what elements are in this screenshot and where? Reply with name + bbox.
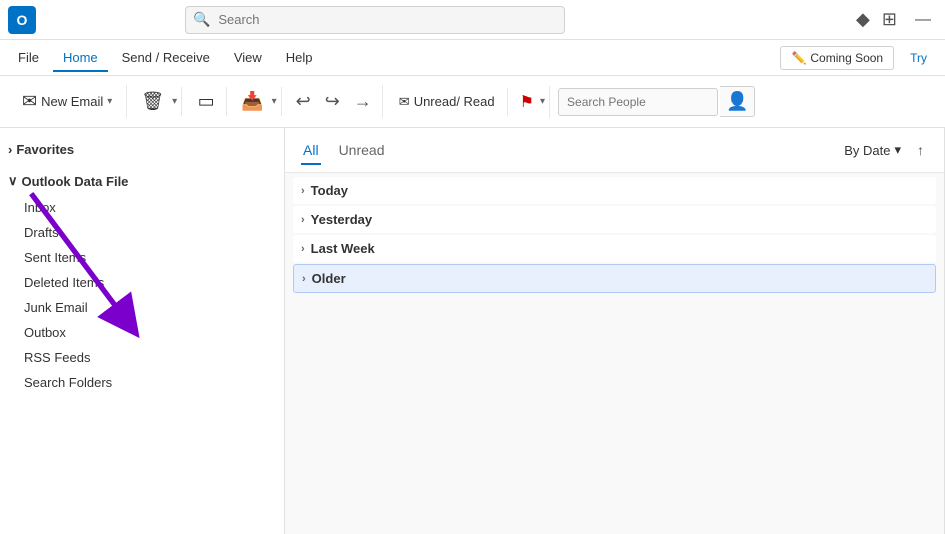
favorites-label: Favorites [16, 142, 74, 157]
minimize-button[interactable]: — [909, 9, 937, 31]
archive-icon: ▭ [198, 91, 215, 112]
diamond-icon[interactable]: ◆ [856, 9, 870, 30]
search-bar: 🔍 [185, 6, 565, 34]
new-email-icon: ✉ [22, 91, 37, 112]
menu-send-receive[interactable]: Send / Receive [112, 44, 220, 71]
message-list: › Today › Yesterday › Last Week › [285, 173, 944, 534]
flag-button[interactable]: ⚑ [516, 86, 538, 118]
sidebar-item-deleted-items[interactable]: Deleted Items [0, 270, 284, 295]
outlook-logo: O [8, 6, 36, 34]
unread-read-button[interactable]: ✉ Unread/ Read [391, 88, 503, 116]
move-group: 📥 ▾ [231, 87, 281, 116]
chevron-down-icon: ∨ [8, 173, 18, 189]
search-people-input[interactable] [558, 88, 718, 116]
group-last-week-header[interactable]: › Last Week [293, 235, 936, 262]
menu-file[interactable]: File [8, 44, 49, 71]
sidebar-item-sent-items[interactable]: Sent Items [0, 245, 284, 270]
coming-soon-label: Coming Soon [810, 51, 883, 65]
group-yesterday: › Yesterday [293, 206, 936, 233]
new-email-label: New Email [41, 94, 103, 109]
sidebar-inner: ◀ › Favorites ∨ Outlook Data File Inbox … [0, 128, 284, 403]
search-input[interactable] [185, 6, 565, 34]
delete-dropdown-arrow[interactable]: ▾ [172, 96, 177, 107]
qr-icon[interactable]: ⊞ [882, 9, 897, 30]
chevron-older: › [302, 273, 306, 285]
menu-view[interactable]: View [224, 44, 272, 71]
unread-read-label: Unread/ Read [414, 94, 495, 109]
group-today: › Today [293, 177, 936, 204]
sidebar-item-rss-feeds[interactable]: RSS Feeds [0, 345, 284, 370]
sidebar: ◀ › Favorites ∨ Outlook Data File Inbox … [0, 128, 285, 534]
redo-button[interactable]: ↪ [319, 85, 346, 118]
title-right: ◆ ⊞ — [856, 9, 937, 31]
sidebar-item-drafts[interactable]: Drafts [0, 220, 284, 245]
undo-button[interactable]: ↩ [290, 85, 317, 118]
try-button[interactable]: Try [900, 47, 937, 69]
coming-soon-button[interactable]: ✏️ Coming Soon [780, 46, 894, 70]
archive-button[interactable]: ▭ [190, 87, 222, 116]
person-icon[interactable]: 👤 [720, 86, 755, 117]
sidebar-favorites[interactable]: › Favorites [0, 136, 284, 163]
outlook-data-file-label: Outlook Data File [22, 174, 129, 189]
toolbar: ✉ New Email ▾ 🗑 ▾ ▭ 📥 ▾ ↩ ↪ → ✉ Unread/ … [0, 76, 945, 128]
group-older-label: Older [312, 271, 346, 286]
nav-group: ↩ ↪ → [286, 85, 383, 118]
chevron-today: › [301, 185, 305, 197]
wand-icon: ✏️ [791, 51, 806, 65]
main: ◀ › Favorites ∨ Outlook Data File Inbox … [0, 128, 945, 534]
new-email-dropdown-arrow[interactable]: ▾ [107, 96, 112, 107]
delete-button[interactable]: 🗑 [135, 87, 170, 116]
group-yesterday-label: Yesterday [311, 212, 372, 227]
group-yesterday-header[interactable]: › Yesterday [293, 206, 936, 233]
archive-group: ▭ [186, 87, 227, 116]
group-older: › Older [293, 264, 936, 293]
unread-group: ✉ Unread/ Read [387, 88, 508, 116]
content-area: All Unread By Date ▾ ↑ › Today › [285, 128, 944, 534]
sidebar-item-outbox[interactable]: Outbox [0, 320, 284, 345]
move-dropdown-arrow[interactable]: ▾ [272, 96, 277, 107]
chevron-right-icon: › [8, 142, 12, 157]
sort-label: By Date [844, 143, 890, 158]
sidebar-item-search-folders[interactable]: Search Folders [0, 370, 284, 395]
chevron-yesterday: › [301, 214, 305, 226]
content-header: All Unread By Date ▾ ↑ [285, 128, 944, 173]
tab-unread[interactable]: Unread [337, 136, 387, 164]
titlebar: O 🔍 ◆ ⊞ — [0, 0, 945, 40]
delete-group: 🗑 ▾ [131, 87, 182, 116]
group-older-header[interactable]: › Older [293, 264, 936, 293]
group-last-week: › Last Week [293, 235, 936, 262]
chevron-last-week: › [301, 243, 305, 255]
search-icon: 🔍 [193, 11, 210, 28]
sort-group: By Date ▾ ↑ [840, 140, 928, 160]
forward-button[interactable]: → [348, 85, 378, 118]
new-email-button[interactable]: ✉ New Email ▾ [12, 85, 122, 118]
flag-dropdown-arrow[interactable]: ▾ [540, 96, 545, 107]
sort-dropdown-icon: ▾ [894, 142, 901, 158]
menubar: File Home Send / Receive View Help ✏️ Co… [0, 40, 945, 76]
menu-help[interactable]: Help [276, 44, 323, 71]
flag-group: ⚑ ▾ [512, 86, 550, 118]
sort-order-button[interactable]: ↑ [913, 140, 928, 160]
new-email-group: ✉ New Email ▾ [8, 85, 127, 118]
sidebar-item-junk-email[interactable]: Junk Email [0, 295, 284, 320]
sidebar-item-inbox[interactable]: Inbox [0, 195, 284, 220]
flag-icon: ⚑ [520, 92, 534, 112]
menubar-right: ✏️ Coming Soon Try [780, 46, 937, 70]
sidebar-outlook-data-file[interactable]: ∨ Outlook Data File [0, 167, 284, 195]
menu-home[interactable]: Home [53, 44, 108, 71]
group-today-label: Today [311, 183, 348, 198]
group-last-week-label: Last Week [311, 241, 375, 256]
envelope-icon: ✉ [399, 94, 410, 110]
group-today-header[interactable]: › Today [293, 177, 936, 204]
sort-by-date-button[interactable]: By Date ▾ [840, 140, 905, 160]
move-button[interactable]: 📥 [235, 87, 269, 116]
tab-all[interactable]: All [301, 136, 321, 164]
search-people-group: 👤 [554, 86, 759, 117]
move-icon: 📥 [241, 91, 263, 112]
delete-icon: 🗑 [141, 91, 164, 112]
